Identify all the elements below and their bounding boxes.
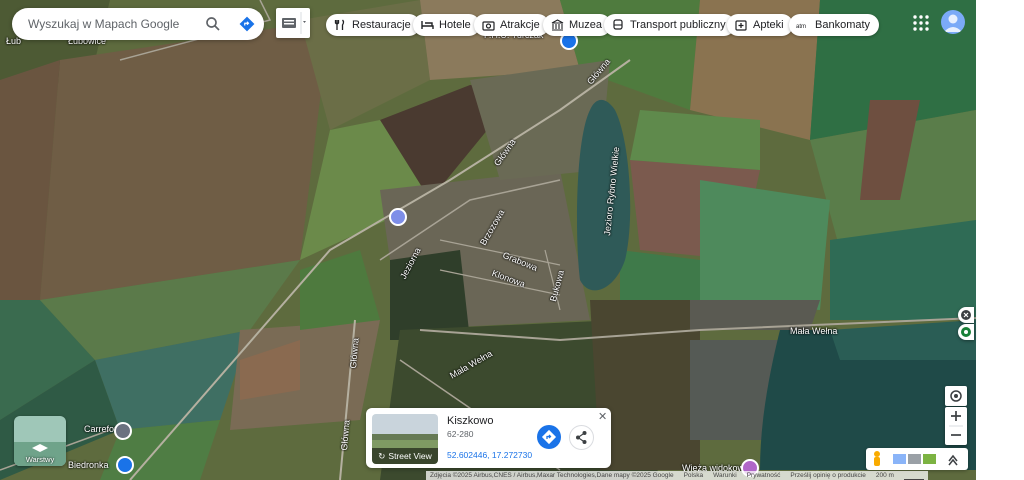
link-icon bbox=[961, 327, 971, 337]
card-close-icon[interactable]: ✕ bbox=[598, 410, 607, 423]
street-view-thumbnail[interactable]: ↻ Street View bbox=[372, 414, 438, 464]
place-postal-code: 62-280 bbox=[447, 429, 474, 439]
street-view-label: ↻ Street View bbox=[372, 448, 438, 464]
map-footer: Zdjęcia ©2025 Airbus,CNES / Airbus,Maxar… bbox=[426, 471, 928, 480]
biedronka-pin-icon[interactable] bbox=[116, 456, 134, 474]
poi-label-biedronka: Biedronka bbox=[68, 460, 109, 470]
scale-bar bbox=[903, 471, 924, 480]
layers-label: Warstwy bbox=[25, 455, 55, 464]
footer-link-privacy[interactable]: Prywatność bbox=[747, 471, 781, 480]
street-view-controls bbox=[866, 448, 968, 470]
zoom-controls bbox=[945, 407, 967, 445]
fork-knife-icon bbox=[333, 18, 347, 32]
my-location-button[interactable] bbox=[945, 386, 967, 406]
keyboard-toggle-button[interactable] bbox=[276, 8, 310, 38]
chip-label: Hotele bbox=[439, 19, 471, 31]
close-panel-button[interactable] bbox=[958, 307, 974, 323]
search-box bbox=[12, 8, 264, 40]
imagery-thumb-3[interactable] bbox=[923, 454, 936, 464]
chip-label: Muzea bbox=[569, 19, 603, 31]
search-input[interactable] bbox=[26, 16, 200, 32]
directions-button[interactable] bbox=[537, 425, 561, 449]
chip-label: Apteki bbox=[753, 19, 784, 31]
user-icon bbox=[944, 14, 962, 32]
museum-icon bbox=[550, 18, 564, 32]
footer-link-country[interactable]: Polska bbox=[684, 471, 704, 480]
place-pin-icon[interactable] bbox=[389, 208, 407, 226]
share-button[interactable] bbox=[569, 425, 594, 450]
chip-museums[interactable]: Muzea bbox=[543, 14, 612, 36]
my-location-icon bbox=[950, 390, 962, 402]
chip-hotels[interactable]: Hotele bbox=[413, 14, 480, 36]
camera-icon bbox=[481, 18, 495, 32]
pharmacy-icon bbox=[734, 18, 748, 32]
chip-label: Transport publiczny bbox=[630, 19, 726, 31]
footer-link-terms[interactable]: Warunki bbox=[713, 471, 737, 480]
layers-button[interactable]: Warstwy bbox=[14, 416, 66, 466]
zoom-in-icon[interactable] bbox=[951, 411, 961, 421]
copy-link-button[interactable] bbox=[958, 324, 974, 340]
share-icon bbox=[576, 431, 587, 444]
scale-label[interactable]: 200 m bbox=[876, 471, 894, 480]
road-label-mala-welna-east: Mała Wełna bbox=[790, 326, 838, 336]
expand-up-icon[interactable] bbox=[948, 454, 958, 466]
chip-attractions[interactable]: Atrakcje bbox=[474, 14, 549, 36]
chip-label: Atrakcje bbox=[500, 19, 540, 31]
footer-link-feedback[interactable]: Prześlij opinię o produkcie bbox=[790, 471, 866, 480]
bus-icon bbox=[611, 18, 625, 32]
chip-atms[interactable]: atm Bankomaty bbox=[789, 14, 880, 36]
place-name: Kiszkowo bbox=[447, 415, 494, 427]
close-circle-icon bbox=[961, 310, 971, 320]
apps-grid-icon[interactable] bbox=[912, 14, 930, 32]
chip-restaurants[interactable]: Restauracje bbox=[326, 14, 420, 36]
directions-icon[interactable] bbox=[238, 15, 256, 33]
street-view-icon: ↻ bbox=[378, 450, 386, 461]
chip-public-transport[interactable]: Transport publiczny bbox=[604, 14, 735, 36]
imagery-thumb-2[interactable] bbox=[908, 454, 921, 464]
account-avatar[interactable] bbox=[941, 10, 965, 34]
atm-icon: atm bbox=[796, 18, 810, 32]
search-icon[interactable] bbox=[204, 15, 222, 33]
place-coordinates[interactable]: 52.602446, 17.272730 bbox=[447, 450, 532, 460]
directions-icon bbox=[541, 429, 557, 445]
keyboard-icon bbox=[282, 12, 306, 34]
chip-pharmacies[interactable]: Apteki bbox=[727, 14, 793, 36]
chip-label: Restauracje bbox=[352, 19, 411, 31]
place-info-card[interactable]: ↻ Street View Kiszkowo 62-280 52.602446,… bbox=[366, 408, 611, 468]
attribution-text: Zdjęcia ©2025 Airbus,CNES / Airbus,Maxar… bbox=[430, 472, 674, 479]
imagery-thumb-1[interactable] bbox=[893, 454, 906, 464]
chip-label: Bankomaty bbox=[815, 19, 871, 31]
carrefour-pin-icon[interactable] bbox=[114, 422, 132, 440]
svg-text:atm: atm bbox=[796, 24, 806, 30]
bed-icon bbox=[420, 18, 434, 32]
pegman-icon[interactable] bbox=[874, 451, 880, 466]
